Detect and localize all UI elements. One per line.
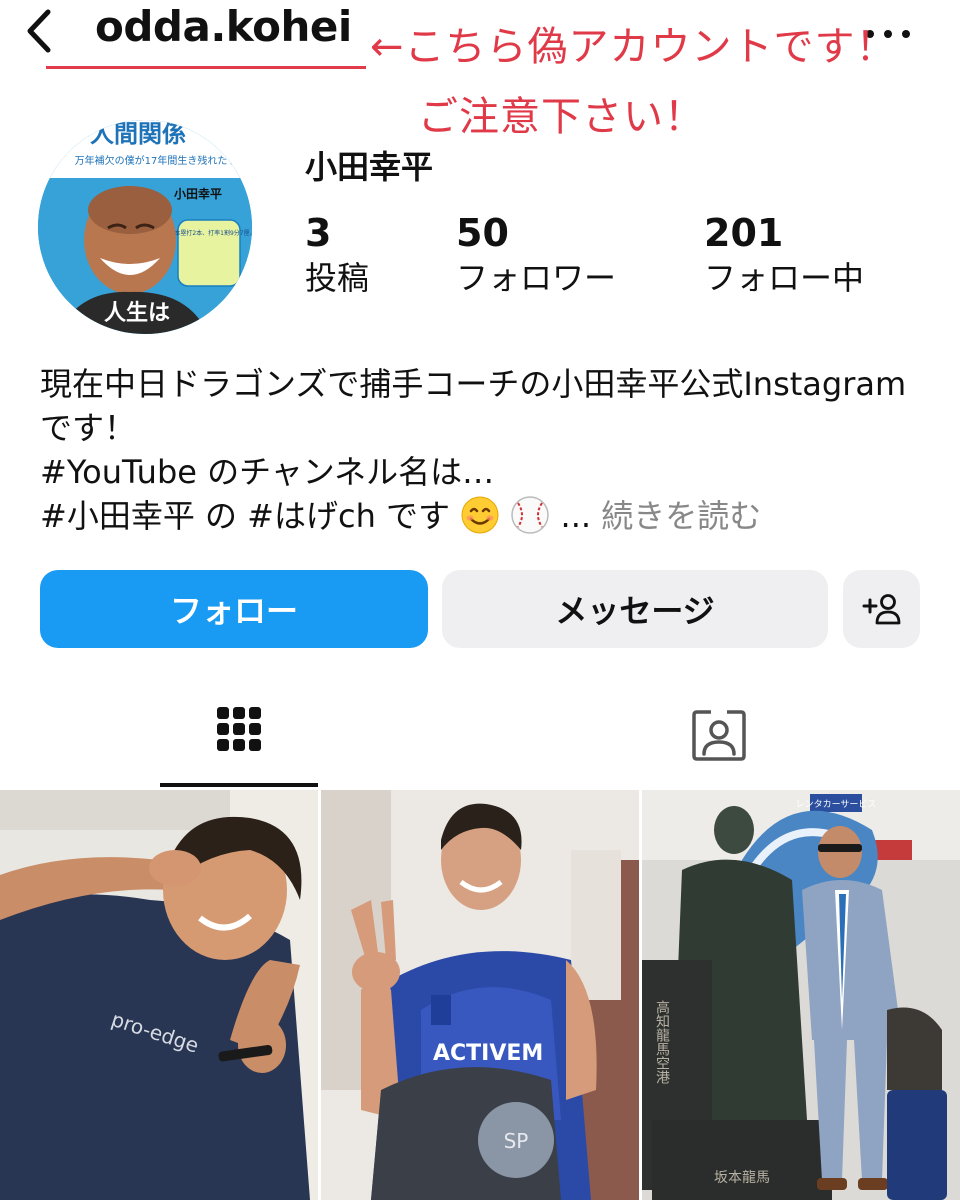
tab-posts-grid[interactable] — [160, 692, 318, 788]
avatar-headline: 人間関係 — [90, 120, 186, 148]
post-thumbnail[interactable]: ACTIVEM SP — [321, 790, 639, 1200]
posts-count: 3 — [305, 211, 332, 255]
post-image: pro-edge — [0, 790, 318, 1200]
posts-label: 投稿 — [305, 259, 370, 297]
svg-text:SP: SP — [504, 1129, 529, 1153]
suggest-users-button[interactable] — [843, 570, 920, 648]
avatar-bottom-text: 人生は — [104, 301, 170, 326]
bio-line: 現在中日ドラゴンズで捕手コーチの小田幸平公式Instagram — [40, 365, 907, 403]
post-thumbnail[interactable]: レンタカーサービス 高知龍馬空港 坂本龍馬 — [642, 790, 960, 1200]
avatar-name: 小田幸平 — [174, 186, 222, 201]
followers-label: フォロワー — [456, 259, 617, 297]
jersey-text: ACTIVEM — [433, 1041, 543, 1066]
statue-plaque-text: 高知龍馬空港 — [654, 999, 670, 1084]
active-tab-indicator — [160, 783, 318, 787]
followers-count-stat[interactable]: 50 フォロワー — [456, 210, 616, 300]
message-button[interactable]: メッセージ — [442, 570, 828, 648]
read-more-link[interactable]: 続きを読む — [601, 497, 761, 535]
avatar-subline: 万年補欠の僕が17年間生き残れたワ — [75, 154, 238, 167]
airport-sign-text: レンタカーサービス — [796, 799, 877, 810]
grid-icon — [217, 707, 261, 751]
profile-bio: 現在中日ドラゴンズで捕手コーチの小田幸平公式Instagram です！ #You… — [40, 362, 930, 538]
tab-tagged[interactable] — [640, 692, 798, 788]
avatar-image: 人間関係 万年補欠の僕が17年間生き残れたワ 小田幸平 通算本塁打2本、打率1割… — [38, 120, 252, 334]
statue-base-text: 坂本龍馬 — [714, 1169, 770, 1186]
back-button[interactable] — [20, 6, 60, 56]
person-tag-icon — [692, 710, 746, 761]
dot-icon — [902, 30, 910, 38]
bio-line-last: #小田幸平 の #はげch です ... 続きを読む — [40, 494, 930, 538]
posts-count-stat[interactable]: 3 投稿 — [305, 210, 369, 300]
username-title: odda.kohei — [95, 2, 352, 51]
bio-line: です！ — [40, 409, 137, 447]
post-thumbnail[interactable]: pro-edge — [0, 790, 318, 1200]
profile-avatar[interactable]: 人間関係 万年補欠の僕が17年間生き残れたワ 小田幸平 通算本塁打2本、打率1割… — [38, 120, 252, 334]
following-count: 201 — [704, 211, 784, 255]
instagram-profile-page: odda.kohei ←こちら偽アカウントです！ ご注意下さい！ 人間関係 万年… — [0, 0, 960, 1200]
display-name: 小田幸平 — [305, 148, 434, 186]
followers-count: 50 — [456, 211, 509, 255]
bio-line: #YouTube のチャンネル名は… — [40, 453, 495, 491]
fake-account-annotation: ←こちら偽アカウントです！ — [370, 24, 897, 70]
chevron-left-icon — [27, 9, 51, 53]
following-count-stat[interactable]: 201 フォロー中 — [704, 210, 864, 300]
post-image: ACTIVEM SP — [321, 790, 639, 1200]
bio-line: #小田幸平 の #はげch です — [40, 497, 451, 535]
baseball-icon — [511, 496, 550, 534]
post-image: レンタカーサービス 高知龍馬空港 坂本龍馬 — [642, 790, 960, 1200]
annotation-underline — [46, 66, 366, 69]
add-person-icon — [862, 594, 900, 625]
caution-annotation: ご注意下さい！ — [418, 94, 705, 140]
following-label: フォロー中 — [704, 259, 865, 297]
smiling-face-icon — [461, 496, 499, 534]
bio-ellipsis: ... — [560, 497, 592, 535]
follow-button[interactable]: フォロー — [40, 570, 428, 648]
